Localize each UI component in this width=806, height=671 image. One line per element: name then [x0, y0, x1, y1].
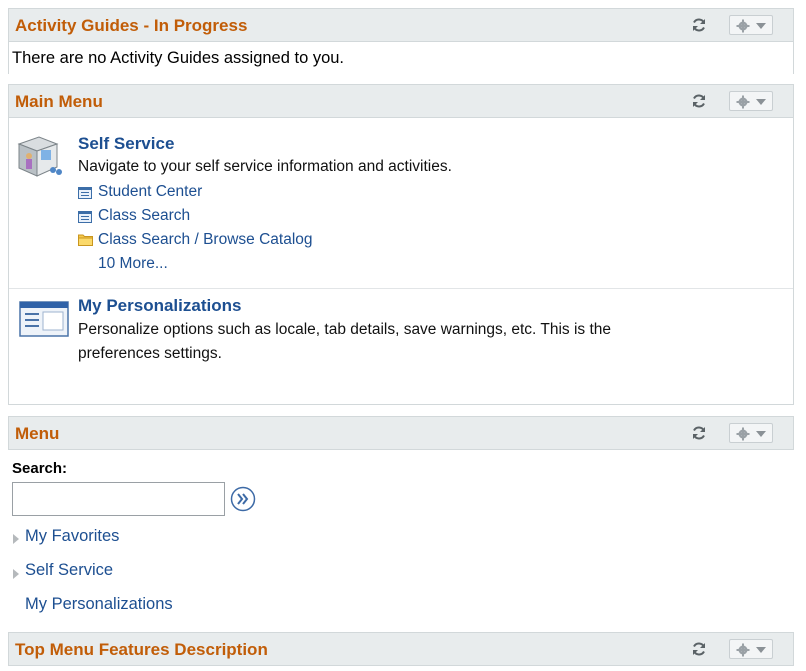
self-service-description: Navigate to your self service informatio… — [78, 158, 452, 175]
class-search-link[interactable]: Class Search — [98, 207, 190, 225]
chevron-down-icon — [756, 647, 766, 653]
pagelet-options-button[interactable] — [729, 423, 773, 443]
main-menu-pagelet: Main Menu Self Service Navigate to your … — [8, 84, 794, 405]
menu-pagelet: Menu Search: My Favorites Self Service M… — [8, 416, 794, 613]
section-divider — [9, 288, 793, 289]
top-menu-features-header: Top Menu Features Description — [8, 632, 794, 666]
expand-arrow-icon[interactable] — [13, 534, 19, 544]
activity-guides-body: There are no Activity Guides assigned to… — [8, 42, 794, 74]
personalizations-description: Personalize options such as locale, tab … — [78, 321, 612, 338]
menu-header: Menu — [8, 416, 794, 450]
document-list-icon — [78, 210, 92, 223]
chevron-down-icon — [756, 431, 766, 437]
browse-catalog-link[interactable]: Class Search / Browse Catalog — [98, 231, 313, 249]
menu-item-my-personalizations[interactable]: My Personalizations — [25, 595, 173, 614]
pagelet-options-button[interactable] — [729, 91, 773, 111]
double-chevron-right-icon — [230, 486, 256, 512]
gear-icon — [736, 95, 750, 109]
pagelet-title: Top Menu Features Description — [15, 640, 268, 659]
top-menu-features-pagelet: Top Menu Features Description — [8, 632, 794, 666]
no-guides-message: There are no Activity Guides assigned to… — [12, 49, 345, 67]
document-list-icon — [78, 186, 92, 199]
self-service-heading[interactable]: Self Service — [78, 134, 174, 154]
gear-icon — [736, 643, 750, 657]
chevron-down-icon — [756, 23, 766, 29]
refresh-icon[interactable] — [691, 641, 707, 657]
search-label: Search: — [12, 460, 68, 477]
folder-icon — [78, 233, 93, 246]
activity-guides-pagelet: Activity Guides - In Progress There are … — [8, 8, 794, 74]
menu-item-self-service[interactable]: Self Service — [25, 561, 113, 580]
pagelet-title: Activity Guides - In Progress — [15, 16, 248, 35]
pagelet-options-button[interactable] — [729, 639, 773, 659]
activity-guides-header: Activity Guides - In Progress — [8, 8, 794, 42]
main-menu-body: Self Service Navigate to your self servi… — [8, 118, 794, 405]
chevron-down-icon — [756, 99, 766, 105]
menu-body: Search: My Favorites Self Service My Per… — [8, 450, 794, 640]
personalizations-icon — [19, 301, 69, 337]
refresh-icon[interactable] — [691, 93, 707, 109]
student-center-link[interactable]: Student Center — [98, 183, 202, 201]
pagelet-options-button[interactable] — [729, 15, 773, 35]
refresh-icon[interactable] — [691, 17, 707, 33]
more-link[interactable]: 10 More... — [98, 255, 168, 273]
pagelet-title: Main Menu — [15, 92, 103, 111]
gear-icon — [736, 19, 750, 33]
menu-item-my-favorites[interactable]: My Favorites — [25, 527, 119, 546]
gear-icon — [736, 427, 750, 441]
main-menu-header: Main Menu — [8, 84, 794, 118]
self-service-icon — [13, 134, 63, 180]
refresh-icon[interactable] — [691, 425, 707, 441]
pagelet-title: Menu — [15, 424, 60, 443]
personalizations-heading[interactable]: My Personalizations — [78, 296, 241, 316]
menu-search-input[interactable] — [12, 482, 225, 516]
expand-arrow-icon[interactable] — [13, 569, 19, 579]
search-go-button[interactable] — [230, 486, 256, 512]
personalizations-description-cont: preferences settings. — [78, 345, 222, 362]
